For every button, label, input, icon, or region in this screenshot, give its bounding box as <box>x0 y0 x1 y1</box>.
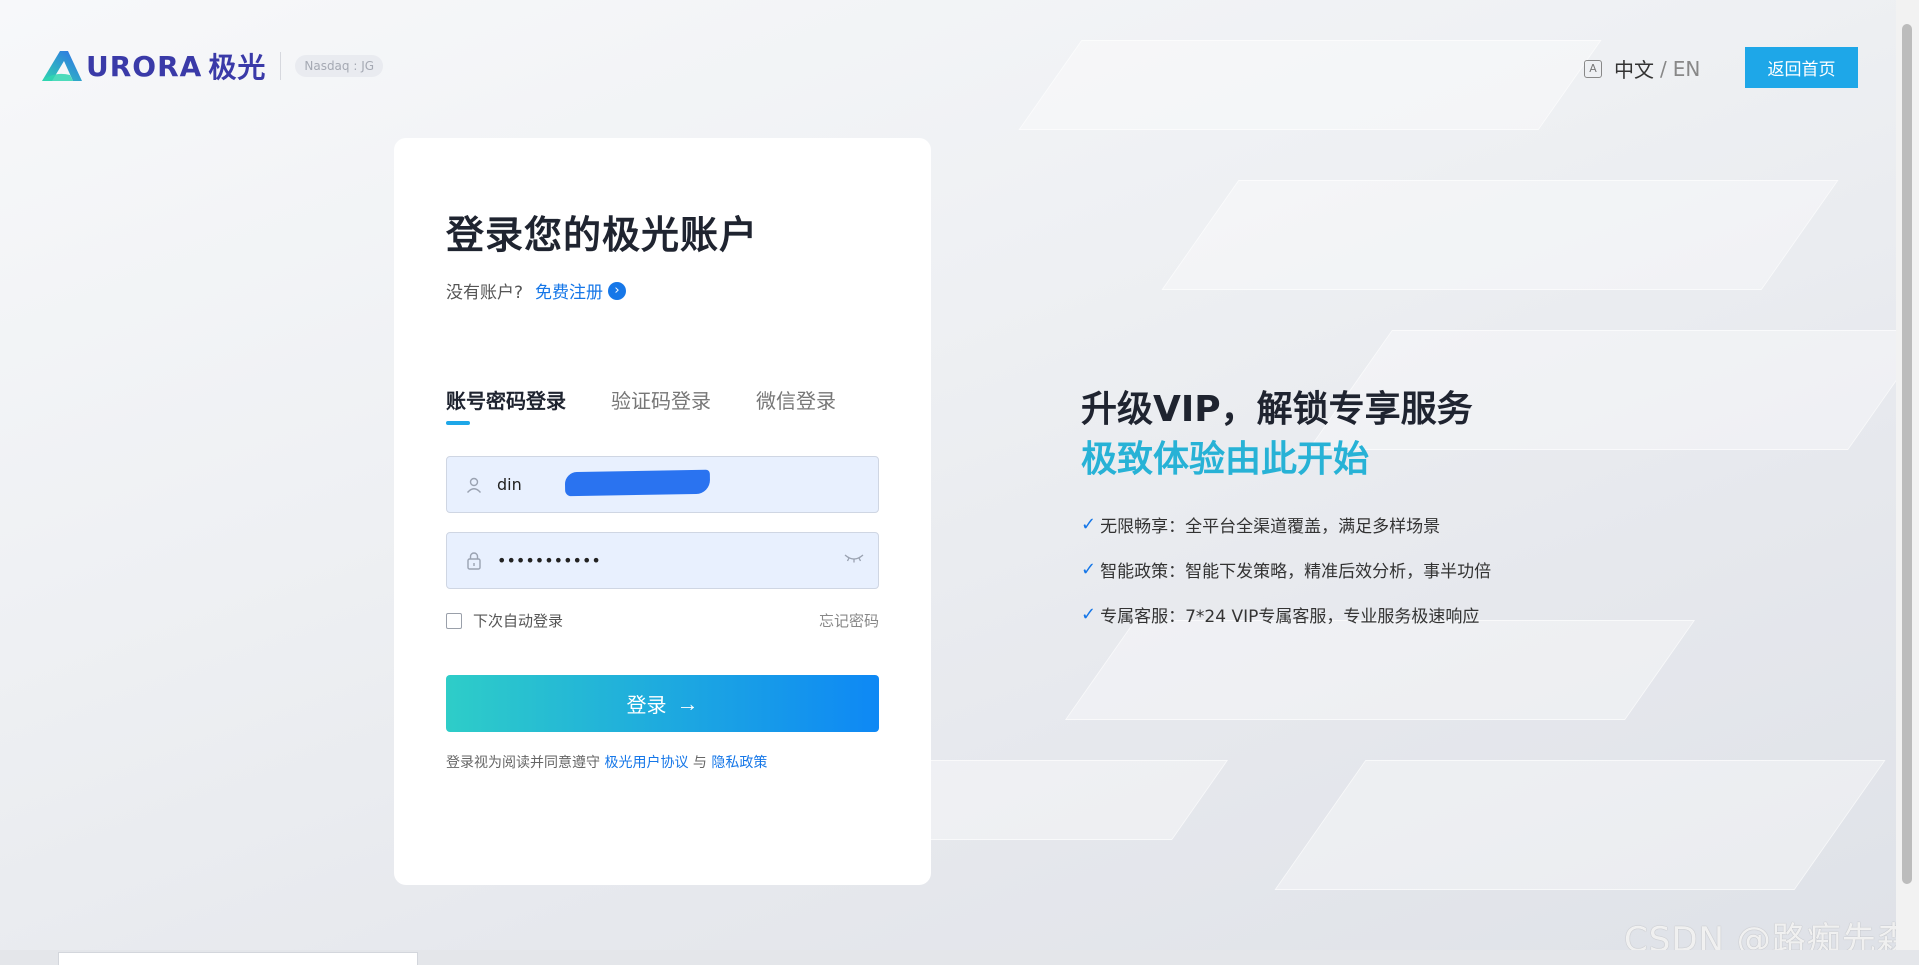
eye-closed-icon[interactable] <box>844 551 864 567</box>
agreement-and: 与 <box>692 755 707 771</box>
remember-label: 下次自动登录 <box>473 612 564 630</box>
lock-icon <box>463 550 485 572</box>
username-input[interactable]: din com <box>446 456 879 513</box>
brand-logo[interactable]: URORA 极光 Nasdaq : JG <box>40 46 384 86</box>
tab-password-login[interactable]: 账号密码登录 <box>446 385 566 425</box>
forgot-password-link[interactable]: 忘记密码 <box>819 610 879 631</box>
promo-title: 升级VIP，解锁专享服务 <box>1081 389 1473 430</box>
logo-divider <box>280 52 282 80</box>
remember-checkbox[interactable] <box>446 612 462 629</box>
back-home-button[interactable]: 返回首页 <box>1745 47 1858 88</box>
taskbar-strip <box>0 950 1919 965</box>
agreement-text: 登录视为阅读并同意遵守 极光用户协议 与 隐私政策 <box>446 752 767 772</box>
user-icon <box>463 474 485 496</box>
promo-subtitle: 极致体验由此开始 <box>1081 439 1370 480</box>
chevron-right-icon[interactable]: › <box>608 281 627 300</box>
vertical-scrollbar[interactable] <box>1896 0 1919 950</box>
username-prefix: din <box>497 475 522 494</box>
no-account-text: 没有账户? <box>446 283 524 303</box>
login-card: 登录您的极光账户 没有账户? 免费注册 › 账号密码登录 验证码登录 微信登录 … <box>394 138 931 885</box>
login-button[interactable]: 登录 → <box>446 675 879 732</box>
login-title: 登录您的极光账户 <box>446 213 759 257</box>
feature-text: 专属客服：7*24 VIP专属客服，专业服务极速响应 <box>1100 607 1480 627</box>
nasdaq-badge: Nasdaq : JG <box>295 55 384 77</box>
feature-item: ✓ 专属客服：7*24 VIP专属客服，专业服务极速响应 <box>1081 602 1479 627</box>
lang-separator: / <box>1660 56 1667 81</box>
check-icon: ✓ <box>1081 559 1097 580</box>
logo-chinese: 极光 <box>208 51 267 84</box>
tab-wechat-login[interactable]: 微信登录 <box>756 385 836 414</box>
language-switcher[interactable]: A 中文 / EN <box>1584 54 1700 83</box>
tab-code-login[interactable]: 验证码登录 <box>611 385 711 414</box>
check-icon: ✓ <box>1081 514 1097 535</box>
taskbar-window[interactable] <box>58 952 418 965</box>
aurora-logo-icon <box>40 49 84 83</box>
redaction-scribble <box>564 469 711 497</box>
password-input[interactable]: ••••••••••• <box>446 532 879 589</box>
register-prompt: 没有账户? 免费注册 › <box>446 278 627 303</box>
feature-text: 无限畅享：全平台全渠道覆盖，满足多样场景 <box>1100 517 1441 537</box>
logo-wordmark: URORA <box>86 49 203 83</box>
login-button-label: 登录 <box>626 695 667 717</box>
scrollbar-thumb[interactable] <box>1902 24 1912 884</box>
feature-item: ✓ 智能政策：智能下发策略，精准后效分析，事半功倍 <box>1081 557 1491 582</box>
check-icon: ✓ <box>1081 604 1097 625</box>
arrow-right-icon: → <box>676 690 699 716</box>
background <box>0 0 1896 950</box>
remember-me[interactable]: 下次自动登录 <box>446 610 563 631</box>
privacy-policy-link[interactable]: 隐私政策 <box>711 755 767 771</box>
agreement-prefix: 登录视为阅读并同意遵守 <box>446 755 600 771</box>
user-agreement-link[interactable]: 极光用户协议 <box>604 755 688 771</box>
feature-item: ✓ 无限畅享：全平台全渠道覆盖，满足多样场景 <box>1081 512 1440 537</box>
password-value: ••••••••••• <box>497 551 601 570</box>
login-tabs: 账号密码登录 验证码登录 微信登录 <box>446 385 881 425</box>
feature-text: 智能政策：智能下发策略，精准后效分析，事半功倍 <box>1100 562 1492 582</box>
translate-icon: A <box>1584 59 1602 78</box>
lang-chinese[interactable]: 中文 <box>1614 54 1654 83</box>
lang-english[interactable]: EN <box>1673 57 1701 81</box>
register-link[interactable]: 免费注册 <box>535 278 603 303</box>
